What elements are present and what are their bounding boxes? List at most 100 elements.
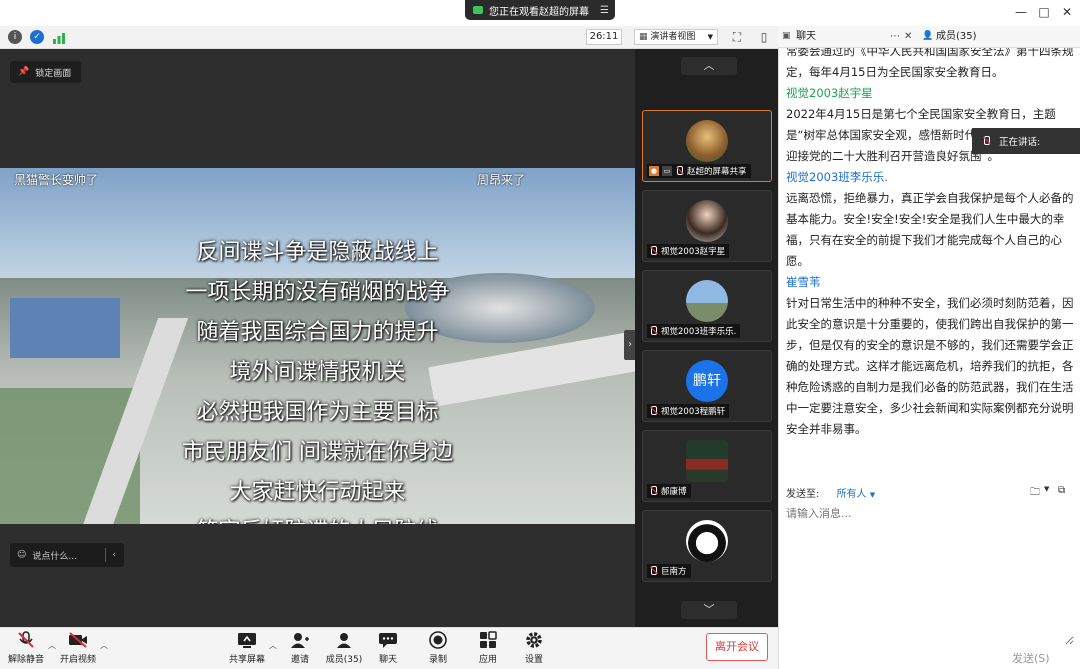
shield-icon[interactable]: ✓ — [30, 30, 44, 44]
signal-icon[interactable] — [52, 30, 66, 44]
unmute-button[interactable]: 解除静音 — [4, 631, 48, 665]
participant-tile[interactable]: 视觉2003赵宇星 — [642, 190, 772, 262]
speaking-label: 正在讲话: — [999, 137, 1041, 148]
more-icon[interactable]: ⋯ — [890, 26, 900, 48]
send-target-row: 发送至: 所有人 ▼ 🗀 ▼ ⧉ — [786, 485, 1076, 501]
close-icon[interactable]: ✕ — [1058, 4, 1076, 20]
chat-label: 聊天 — [378, 655, 397, 665]
info-icon[interactable]: i — [8, 30, 22, 44]
pin-screen-button[interactable]: 📌 锁定画面 — [10, 61, 81, 83]
sidebar-toggle-icon[interactable]: ▯ — [757, 30, 771, 44]
close-icon[interactable]: ✕ — [904, 26, 912, 48]
video-caption: 反间谍斗争是隐蔽战线上 — [196, 240, 439, 265]
sharing-banner[interactable]: 您正在观看赵超的屏幕 ☰ — [465, 0, 615, 20]
chevron-up-icon[interactable]: ︿ — [48, 640, 56, 651]
chevron-down-icon: ▼ — [869, 491, 876, 499]
pin-icon: 📌 — [18, 67, 30, 77]
tab-members[interactable]: 👤 成员(35) — [918, 26, 1058, 48]
participant-tile[interactable]: 巨南方 — [642, 510, 772, 582]
share-screen-icon — [237, 631, 257, 649]
chevron-up-icon[interactable]: ︿ — [269, 640, 277, 651]
participant-name: 郝康博 — [661, 487, 687, 497]
share-indicator-icon — [473, 6, 483, 14]
avatar — [686, 440, 728, 482]
tab-chat[interactable]: ▣ 聊天 ⋯ ✕ — [778, 26, 916, 48]
divider — [105, 548, 107, 562]
apps-label: 应用 — [478, 655, 497, 665]
members-icon: 👤 — [922, 31, 934, 41]
send-to-label: 发送至: — [786, 489, 820, 500]
share-screen-button[interactable]: 共享屏幕 — [225, 631, 269, 665]
minimize-icon[interactable]: — — [1012, 4, 1030, 20]
maximize-icon[interactable]: □ — [1035, 4, 1053, 20]
shared-screen-video: 反间谍斗争是隐蔽战线上 一项长期的没有硝烟的战争 随着我国综合国力的提升 境外间… — [0, 168, 635, 524]
chat-sender: 崔雪苇 — [786, 275, 821, 289]
mic-muted-icon — [649, 326, 658, 336]
members-icon — [334, 631, 354, 649]
view-mode-select[interactable]: ▦ 演讲者视图 ▼ — [634, 29, 718, 45]
participant-name: 赵超的屏幕共享 — [687, 167, 747, 177]
sharing-banner-text: 您正在观看赵超的屏幕 — [489, 6, 589, 18]
participant-tile[interactable]: 视觉2003班李乐乐. — [642, 270, 772, 342]
avatar — [686, 280, 728, 322]
members-button[interactable]: 成员(35) — [322, 631, 366, 665]
participant-label: ● ▭ 赵超的屏幕共享 — [647, 164, 751, 178]
unmute-label: 解除静音 — [7, 655, 44, 665]
avatar — [686, 200, 728, 242]
chevron-left-icon[interactable]: ‹ — [112, 550, 116, 560]
participant-label: 视觉2003程鹏轩 — [647, 404, 730, 418]
chevron-up-icon[interactable]: ︿ — [100, 640, 108, 651]
video-caption: 境外间谍情报机关 — [229, 360, 406, 385]
mic-muted-icon — [649, 246, 658, 256]
participant-name: 视觉2003班李乐乐. — [661, 327, 737, 337]
gear-icon — [524, 631, 544, 649]
record-label: 录制 — [428, 655, 447, 665]
send-button[interactable]: 发送(S) — [1012, 650, 1052, 666]
chevron-down-icon: ▼ — [707, 33, 713, 41]
mic-muted-icon — [16, 631, 36, 649]
chat-message: 常委会通过的《中华人民共和国国家安全法》第十四条规定，每年4月15日为全民国家安… — [786, 48, 1074, 79]
add-user-icon — [290, 631, 310, 649]
invite-label: 邀请 — [290, 655, 309, 665]
scroll-up-button[interactable]: ︿ — [681, 57, 737, 75]
record-button[interactable]: 录制 — [416, 631, 460, 665]
view-mode-label: 演讲者视图 — [650, 32, 696, 42]
participant-tile[interactable]: ● ▭ 赵超的屏幕共享 — [642, 110, 772, 182]
avatar — [686, 520, 728, 562]
emoji-icon[interactable]: ☺ — [17, 550, 26, 560]
avatar — [686, 120, 728, 162]
apps-icon — [478, 631, 498, 649]
share-screen-label: 共享屏幕 — [228, 655, 265, 665]
chat-sender: 视觉2003赵宇星 — [786, 86, 873, 100]
mic-muted-icon — [675, 166, 684, 176]
chat-message-input[interactable] — [786, 505, 1074, 645]
apps-button[interactable]: 应用 — [466, 631, 510, 665]
danmaku-comment: 周昂来了 — [477, 173, 526, 187]
chat-sender: 视觉2003班李乐乐. — [786, 170, 888, 184]
comment-input[interactable]: ☺ 说点什么... ‹ — [10, 543, 124, 567]
chevron-down-icon[interactable]: ▼ — [1044, 485, 1049, 493]
participant-tile[interactable]: 鹏轩 视觉2003程鹏轩 — [642, 350, 772, 422]
scroll-down-button[interactable]: ﹀ — [681, 601, 737, 619]
mic-muted-icon — [649, 566, 658, 576]
start-video-button[interactable]: 开启视频 — [56, 631, 100, 665]
chat-message: 针对日常生活中的种种不安全，我们必须时刻防范着，因此安全的意识是十分重要的，使我… — [786, 296, 1074, 436]
chat-button[interactable]: 聊天 — [366, 631, 410, 665]
send-target-select[interactable]: 所有人 ▼ — [837, 489, 876, 500]
send-target-value: 所有人 — [836, 489, 867, 500]
fullscreen-icon[interactable]: ⛶ — [730, 30, 744, 44]
settings-button[interactable]: 设置 — [512, 631, 556, 665]
participant-label: 郝康博 — [647, 484, 691, 498]
leave-meeting-button[interactable]: 离开会议 — [706, 633, 768, 661]
list-icon[interactable]: ☰ — [600, 5, 609, 16]
person-icon: ● — [649, 166, 659, 176]
record-icon — [428, 631, 448, 649]
folder-icon[interactable]: 🗀 — [1030, 485, 1040, 502]
screenshot-icon[interactable]: ⧉ — [1058, 485, 1065, 496]
video-caption: 必然把我国作为主要目标 — [196, 400, 439, 425]
invite-button[interactable]: 邀请 — [278, 631, 322, 665]
tab-members-label: 成员(35) — [936, 31, 977, 42]
participant-tile[interactable]: 郝康博 — [642, 430, 772, 502]
video-caption: 随着我国综合国力的提升 — [196, 320, 439, 345]
video-caption: 市民朋友们 间谍就在你身边 — [182, 440, 453, 465]
